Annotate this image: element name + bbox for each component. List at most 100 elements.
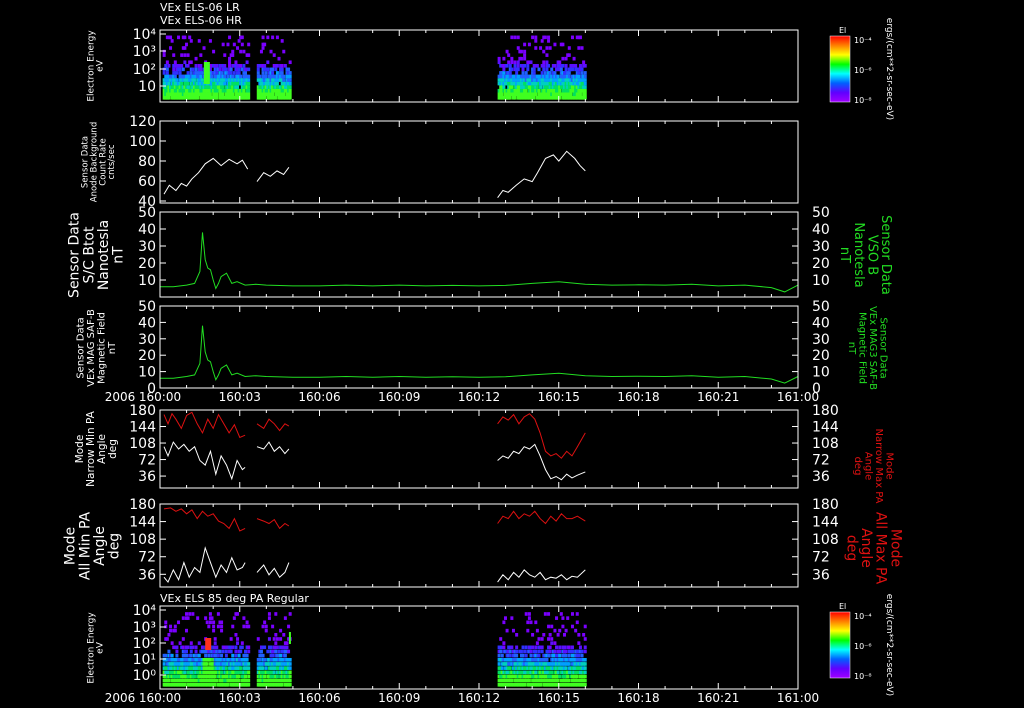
- heatmap-cell: [288, 81, 292, 86]
- heatmap-cell: [564, 666, 568, 670]
- axis-label: VEx MAG SAF-B: [86, 309, 97, 387]
- heatmap-cell: [508, 64, 512, 68]
- right-label: deg: [852, 457, 863, 476]
- series-line: [163, 507, 246, 532]
- colorbar: [829, 35, 851, 103]
- heatmap-cell: [502, 67, 506, 72]
- heatmap-cell: [247, 96, 251, 100]
- heatmap-cell: [186, 645, 190, 650]
- heatmap-cell: [162, 49, 166, 54]
- y-tick-label: 10: [812, 365, 830, 381]
- heatmap-cell: [287, 624, 291, 629]
- heatmap-cell: [550, 67, 554, 72]
- y-tick-label: 50: [812, 299, 830, 315]
- heatmap-cell: [288, 662, 292, 666]
- heatmap-cell: [583, 81, 587, 86]
- y-tick-label: 10: [138, 273, 156, 289]
- heatmap-cell: [547, 35, 551, 40]
- heatmap-cell: [234, 645, 238, 650]
- heatmap-cell: [204, 653, 208, 658]
- heatmap-cell: [188, 35, 192, 40]
- heatmap-cell: [578, 64, 582, 68]
- heatmap-cell: [563, 633, 567, 637]
- heatmap-cell: [184, 628, 188, 633]
- heatmap-cell: [519, 49, 523, 54]
- colorbar: [829, 611, 851, 679]
- heatmap-cell: [564, 649, 568, 654]
- heatmap-cell: [177, 35, 181, 40]
- heatmap-cell: [547, 64, 551, 68]
- heatmap-cell: [513, 35, 517, 40]
- heatmap-cell: [526, 64, 530, 68]
- heatmap-cell: [207, 653, 211, 658]
- heatmap-cell: [553, 64, 557, 68]
- heatmap-cell: [267, 616, 271, 620]
- heatmap-cell: [266, 649, 270, 654]
- heatmap-cell: [540, 39, 544, 43]
- heatmap-cell: [558, 674, 562, 679]
- heatmap-cell: [215, 71, 219, 75]
- heatmap-cell: [186, 64, 190, 68]
- heatmap-cell: [527, 616, 531, 620]
- heatmap-cell: [532, 96, 536, 100]
- colorbar-tick: 10⁻⁸: [854, 96, 872, 105]
- heatmap-cell: [167, 81, 171, 86]
- heatmap-cell: [580, 71, 584, 75]
- heatmap-cell: [583, 666, 587, 670]
- heatmap-cell: [540, 649, 544, 654]
- heatmap-cell: [259, 649, 263, 654]
- heatmap-cell: [184, 612, 188, 616]
- heatmap-cell: [516, 46, 520, 50]
- heatmap-cell: [542, 633, 546, 637]
- heatmap-cell: [264, 624, 268, 629]
- y-tick-label: 180: [812, 403, 839, 419]
- heatmap-cell: [263, 96, 267, 100]
- heatmap-cell: [274, 633, 278, 637]
- y-tick-label: 30: [138, 332, 156, 348]
- heatmap-cell: [288, 71, 292, 75]
- heatmap-cell: [561, 42, 565, 47]
- heatmap-cell: [558, 649, 562, 654]
- heatmap-cell: [559, 67, 563, 72]
- heatmap-cell: [208, 612, 212, 616]
- heatmap-cell: [247, 674, 251, 679]
- heatmap-cell: [570, 612, 574, 616]
- heatmap-cell: [197, 641, 201, 645]
- y-tick-label: 50: [138, 299, 156, 315]
- heatmap-cell: [194, 645, 198, 650]
- heatmap-cell: [510, 645, 514, 650]
- right-label: Angle: [858, 528, 874, 568]
- heatmap-cell: [275, 64, 279, 68]
- heatmap-cell: [213, 637, 217, 641]
- heatmap-cell: [164, 620, 168, 625]
- heatmap-cell: [220, 628, 224, 633]
- y-tick-label: 108: [129, 436, 156, 452]
- heatmap-cell: [567, 74, 571, 79]
- heatmap-cell: [240, 67, 244, 72]
- x-tick-label: 160:21: [697, 691, 739, 705]
- heatmap-cell: [564, 64, 568, 68]
- heatmap-cell: [221, 92, 225, 97]
- heatmap-cell: [234, 653, 238, 658]
- heatmap-cell: [188, 612, 192, 616]
- heatmap-cell: [577, 46, 581, 50]
- heatmap-cell: [497, 662, 501, 666]
- heatmap-cell: [197, 39, 201, 43]
- heatmap-cell: [162, 53, 166, 57]
- axis-label-group: ModeAll Min PAAngledeg: [63, 511, 123, 580]
- heatmap-cell: [274, 67, 278, 72]
- y-tick-label: 80: [138, 154, 156, 170]
- heatmap-cell: [232, 616, 236, 620]
- heatmap-cell: [513, 96, 517, 100]
- heatmap-cell: [167, 633, 171, 637]
- axis-label: nT: [111, 246, 127, 264]
- heatmap-peak: [203, 62, 210, 84]
- x-tick-label: 160:18: [617, 691, 659, 705]
- heatmap-cell: [263, 42, 267, 47]
- heatmap-cell: [263, 645, 267, 650]
- heatmap-cell: [231, 653, 235, 658]
- heatmap-cell: [534, 620, 538, 625]
- heatmap-cell: [535, 628, 539, 633]
- heatmap-cell: [580, 649, 584, 654]
- heatmap-cell: [556, 678, 560, 683]
